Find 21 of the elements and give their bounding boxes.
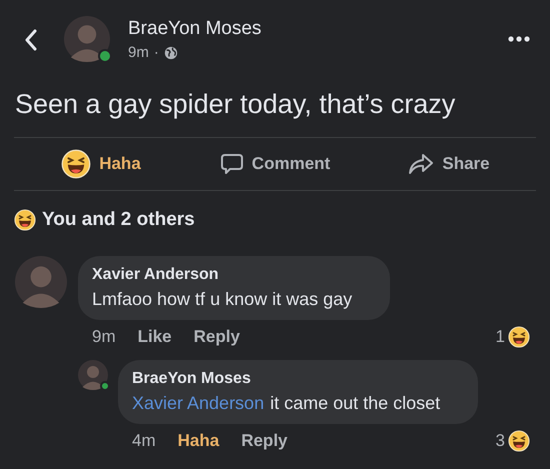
comment-time: 4m bbox=[132, 430, 156, 452]
reply-link[interactable]: Reply bbox=[241, 430, 288, 452]
react-button[interactable]: Haha bbox=[14, 148, 188, 178]
post-text: Seen a gay spider today, that’s crazy bbox=[14, 88, 456, 120]
reply-link[interactable]: Reply bbox=[194, 326, 240, 348]
react-link[interactable]: Haha bbox=[178, 430, 220, 452]
comment-time: 9m bbox=[92, 326, 116, 348]
commenter-name[interactable]: Xavier Anderson bbox=[92, 264, 376, 286]
separator: · bbox=[154, 43, 159, 63]
mention-link[interactable]: Xavier Anderson bbox=[132, 391, 264, 416]
comment-text: it came out the closet bbox=[270, 392, 440, 415]
post-time[interactable]: 9m bbox=[128, 42, 149, 64]
comment-text: Lmfaoo how tf u know it was gay bbox=[92, 288, 352, 311]
react-link[interactable]: Like bbox=[138, 326, 172, 348]
reaction-count[interactable]: 1 bbox=[496, 326, 505, 348]
reaction-count[interactable]: 3 bbox=[496, 430, 505, 452]
author-name[interactable]: BraeYon Moses bbox=[128, 16, 508, 42]
share-button[interactable]: Share bbox=[362, 150, 536, 176]
comment-button[interactable]: Comment bbox=[188, 150, 362, 176]
reactions-summary[interactable]: You and 2 others bbox=[42, 206, 195, 234]
commenter-name[interactable]: BraeYon Moses bbox=[132, 368, 464, 390]
